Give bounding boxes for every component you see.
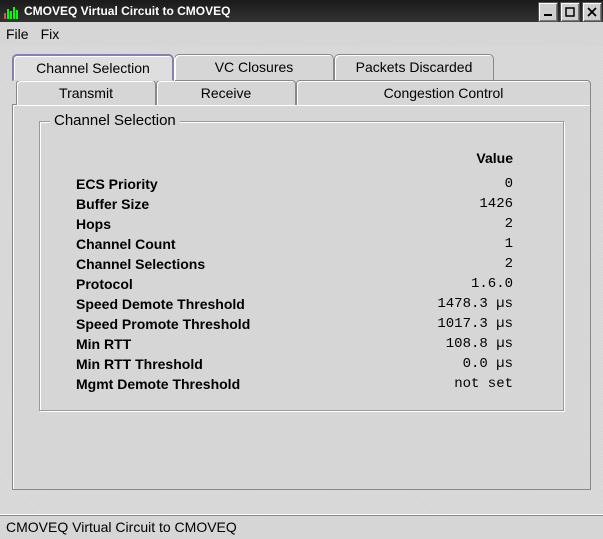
app-icon	[4, 3, 20, 19]
value-channel-count: 1	[370, 234, 533, 254]
maximize-icon	[565, 7, 575, 17]
tab-congestion-control[interactable]: Congestion Control	[296, 80, 591, 105]
table-row: Min RTT Threshold 0.0 µs	[70, 354, 533, 374]
table-row: Min RTT 108.8 µs	[70, 334, 533, 354]
value-protocol: 1.6.0	[370, 274, 533, 294]
tab-transmit[interactable]: Transmit	[16, 80, 156, 105]
table-row: Hops 2	[70, 214, 533, 234]
table-row: Mgmt Demote Threshold not set	[70, 374, 533, 394]
value-speed-demote-threshold: 1478.3 µs	[370, 294, 533, 314]
table-row: Speed Promote Threshold 1017.3 µs	[70, 314, 533, 334]
minimize-icon	[543, 7, 553, 17]
label-buffer-size: Buffer Size	[70, 194, 370, 214]
label-speed-demote-threshold: Speed Demote Threshold	[70, 294, 370, 314]
minimize-button[interactable]	[538, 2, 558, 22]
table-row: Channel Count 1	[70, 234, 533, 254]
tab-packets-discarded[interactable]: Packets Discarded	[334, 54, 494, 81]
table-row: Speed Demote Threshold 1478.3 µs	[70, 294, 533, 314]
value-hops: 2	[370, 214, 533, 234]
value-buffer-size: 1426	[370, 194, 533, 214]
value-channel-selections: 2	[370, 254, 533, 274]
group-legend: Channel Selection	[50, 112, 180, 129]
menu-file[interactable]: File	[6, 26, 29, 42]
group-channel-selection: Channel Selection Value ECS Priority 0 B…	[39, 121, 564, 411]
table-row: Buffer Size 1426	[70, 194, 533, 214]
table-row: Channel Selections 2	[70, 254, 533, 274]
table-header-row: Value	[70, 146, 533, 174]
client-area: Channel Selection VC Closures Packets Di…	[0, 46, 603, 515]
label-channel-selections: Channel Selections	[70, 254, 370, 274]
label-min-rtt-threshold: Min RTT Threshold	[70, 354, 370, 374]
value-speed-promote-threshold: 1017.3 µs	[370, 314, 533, 334]
value-ecs-priority: 0	[370, 174, 533, 194]
tab-receive[interactable]: Receive	[156, 80, 296, 105]
menu-fix[interactable]: Fix	[41, 26, 60, 42]
value-mgmt-demote-threshold: not set	[370, 374, 533, 394]
label-ecs-priority: ECS Priority	[70, 174, 370, 194]
table-row: ECS Priority 0	[70, 174, 533, 194]
label-mgmt-demote-threshold: Mgmt Demote Threshold	[70, 374, 370, 394]
label-min-rtt: Min RTT	[70, 334, 370, 354]
close-icon	[587, 7, 597, 17]
tab-vc-closures[interactable]: VC Closures	[174, 54, 334, 81]
title-bar: CMOVEQ Virtual Circuit to CMOVEQ	[0, 0, 603, 22]
close-button[interactable]	[582, 2, 602, 22]
tab-panel: Channel Selection Value ECS Priority 0 B…	[12, 104, 591, 490]
values-table: Value ECS Priority 0 Buffer Size 1426 Ho…	[70, 146, 533, 394]
menu-bar: File Fix	[0, 22, 603, 47]
window-title: CMOVEQ Virtual Circuit to CMOVEQ	[24, 4, 537, 18]
maximize-button[interactable]	[560, 2, 580, 22]
table-row: Protocol 1.6.0	[70, 274, 533, 294]
status-bar: CMOVEQ Virtual Circuit to CMOVEQ	[0, 514, 603, 539]
label-speed-promote-threshold: Speed Promote Threshold	[70, 314, 370, 334]
tab-channel-selection[interactable]: Channel Selection	[12, 54, 174, 81]
label-channel-count: Channel Count	[70, 234, 370, 254]
status-text: CMOVEQ Virtual Circuit to CMOVEQ	[6, 519, 237, 535]
tab-row-sub: Transmit Receive Congestion Control	[12, 80, 591, 105]
col-value-header: Value	[370, 146, 533, 174]
tab-row-top: Channel Selection VC Closures Packets Di…	[12, 54, 591, 81]
label-hops: Hops	[70, 214, 370, 234]
value-min-rtt-threshold: 0.0 µs	[370, 354, 533, 374]
label-protocol: Protocol	[70, 274, 370, 294]
value-min-rtt: 108.8 µs	[370, 334, 533, 354]
